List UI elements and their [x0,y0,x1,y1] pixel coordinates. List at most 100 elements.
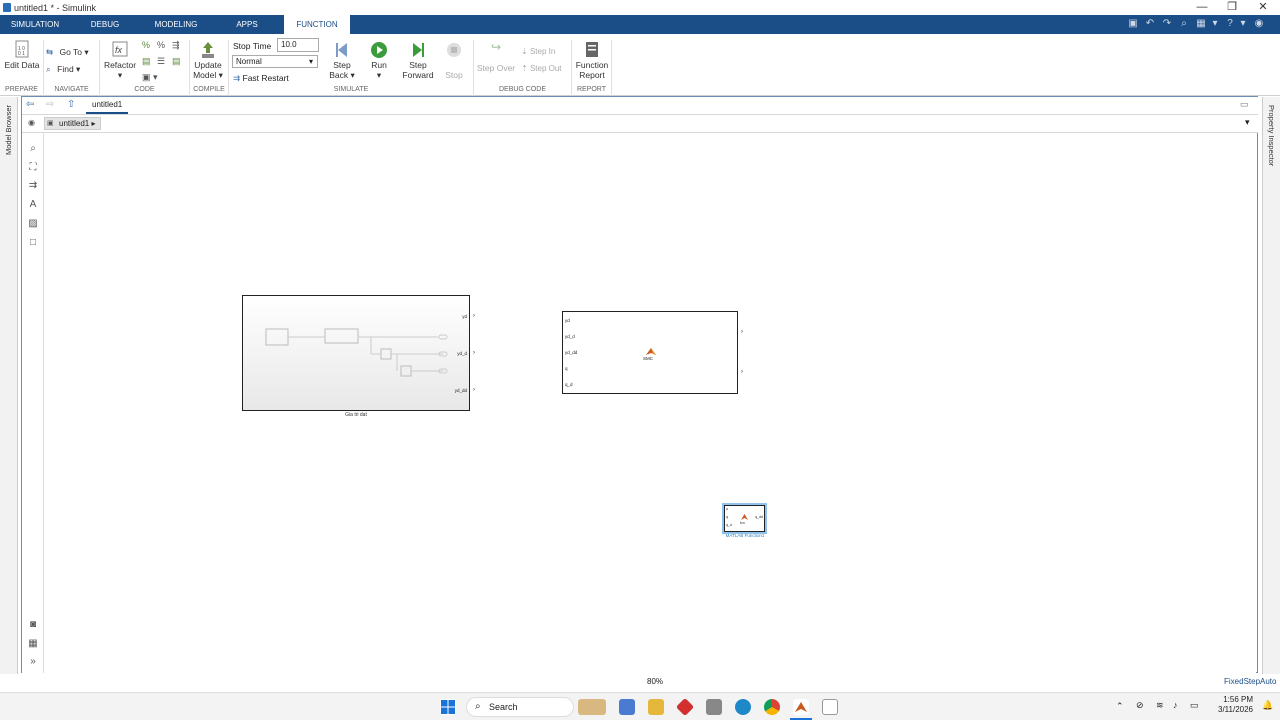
run-icon [371,42,387,58]
step-out-icon: ⇡ [521,64,528,73]
fit-view-icon[interactable]: ⛶ [27,162,39,174]
model-browser-label[interactable]: Model Browser [4,105,13,155]
refactor-icon: fx [112,41,128,57]
volume-icon[interactable]: ♪ [1173,700,1178,710]
windows-start-icon[interactable] [440,699,456,715]
app-icon[interactable] [675,697,695,717]
zoom-icon[interactable]: ⌕ [27,143,39,155]
find-icon: ⌕ [46,64,51,74]
battery-icon[interactable]: ▭ [1190,700,1199,711]
layout-icon[interactable]: ▦ [1195,18,1207,30]
clock[interactable]: 1:56 PM 3/11/2026 [1213,695,1253,715]
save-icon[interactable]: ▣ [1127,18,1139,30]
output-port-arrow[interactable]: › [473,313,475,319]
copilot-icon[interactable] [619,699,635,715]
hide-icon[interactable]: ◉ [28,118,35,127]
help-icon[interactable]: ? [1224,18,1236,30]
minimize-button[interactable]: — [1187,0,1217,15]
step-over-button[interactable]: ↪ Step Over [476,41,516,73]
wifi-icon[interactable]: ≋ [1156,700,1164,711]
find-button[interactable]: ⌕ Find ▾ [46,64,96,74]
update-model-label-2: Model [193,70,217,80]
comment-icon[interactable]: % [157,40,165,50]
insert-icon[interactable]: ▤ [142,56,151,67]
format-icon[interactable]: ▤ [172,56,181,67]
model-tab[interactable]: untitled1 [86,97,129,114]
redo-icon[interactable]: ↷ [1161,18,1173,30]
close-button[interactable]: ✕ [1248,0,1278,15]
port-label: q [565,366,568,371]
output-port-arrow[interactable]: › [473,350,475,356]
subsystem-block[interactable]: yd yd_d yd_dd › › › [242,295,475,411]
expand-icon[interactable]: » [27,656,39,668]
output-port-arrow[interactable]: › [473,387,475,393]
notification-icon[interactable]: 🔔 [1262,700,1273,711]
property-inspector-label[interactable]: Property Inspector [1267,105,1276,166]
tab-function[interactable]: FUNCTION [284,15,350,34]
property-inspector-strip[interactable]: Property Inspector [1262,97,1280,687]
align-icon[interactable]: ☰ [157,56,165,67]
store-icon[interactable] [706,699,722,715]
network-icon[interactable]: ⊘ [1136,700,1144,711]
function-icon[interactable]: ▣ ▾ [142,72,158,83]
step-forward-button[interactable]: Step Forward [400,40,436,80]
step-back-button[interactable]: Step Back ▾ [326,40,358,80]
tab-modeling[interactable]: MODELING [140,15,212,34]
tab-debug[interactable]: DEBUG [72,15,138,34]
camera-icon[interactable]: ◙ [27,619,39,631]
step-out-button[interactable]: ⇡ Step Out [521,64,562,73]
simulation-mode-select[interactable]: Normal ▾ [232,55,318,68]
smc-block[interactable]: yd yd_d yd_dd q q_d SMC › › [562,311,743,394]
up-icon[interactable]: ⇧ [67,99,75,110]
image-icon[interactable]: ▨ [27,218,39,230]
chrome-icon[interactable] [764,699,780,715]
solver-status[interactable]: FixedStepAuto [1224,677,1276,686]
edit-data-button[interactable]: 1 00 1 Edit Data [3,40,41,70]
chevron-down-icon[interactable]: ▾ [1245,117,1250,128]
arrow-icon[interactable]: ⇉ [27,180,39,192]
output-port-arrow[interactable]: › [741,369,743,375]
search-icon[interactable]: ⌕ [1178,18,1190,30]
refactor-button[interactable]: fx Refactor ▾ [103,40,137,80]
taskbar-search[interactable]: ⌕ Search [466,697,574,717]
undo-icon[interactable]: ↶ [1144,18,1156,30]
matlab-function-block[interactable]: u q q_d fcn q_dd [724,505,765,532]
app-icon[interactable] [822,699,838,715]
forward-icon[interactable]: ⇨ [46,99,54,110]
file-explorer-icon[interactable] [648,699,664,715]
stop-time-input[interactable]: 10.0 [277,38,319,52]
model-browser-strip[interactable]: Model Browser [0,97,18,687]
restore-button[interactable]: ❐ [1217,0,1247,15]
tab-simulation[interactable]: SIMULATION [0,15,70,34]
widgets-icon[interactable] [578,699,606,715]
function-report-button[interactable]: Function Report [574,40,610,80]
chevron-down-icon[interactable]: ▾ [1209,18,1221,30]
area-icon[interactable]: □ [27,237,39,249]
step-out-label: Step Out [529,64,562,73]
annotation-icon[interactable]: A [27,199,39,211]
step-in-button[interactable]: ⇣ Step In [521,47,555,56]
percent-icon[interactable]: % [142,40,150,50]
run-button[interactable]: Run ▾ [364,40,394,80]
indent-icon[interactable]: ⇶ [172,40,180,51]
step-back-label-1: Step [333,60,351,70]
chevron-up-icon[interactable]: ⌃ [1116,701,1124,712]
group-debug-code: DEBUG CODE [498,86,547,93]
go-to-button[interactable]: ⇆ Go To ▾ [46,47,96,57]
run-label: Run [371,60,387,70]
stop-button[interactable]: Stop [440,40,468,80]
collapse-ribbon-icon[interactable]: ◉ [1253,18,1265,30]
breadcrumb[interactable]: ▣ untitled1 ▸ [44,117,101,130]
edge-icon[interactable] [735,699,751,715]
chevron-down-icon[interactable]: ▾ [1237,18,1249,30]
property-icon[interactable]: ▦ [27,638,39,650]
back-icon[interactable]: ⇦ [26,99,34,110]
output-port-arrow[interactable]: › [741,329,743,335]
fast-restart-toggle[interactable]: ⇉ Fast Restart [233,73,289,84]
tab-apps[interactable]: APPS [214,15,280,34]
tab-list-icon[interactable]: ▭ [1240,99,1249,110]
model-canvas[interactable]: yd yd_d yd_dd › › › Gia tri dat yd yd_d … [44,133,1256,673]
update-model-button[interactable]: Update Model ▾ [191,40,225,80]
matlab-taskbar-icon[interactable] [793,699,809,715]
group-simulate: SIMULATE [333,86,369,93]
